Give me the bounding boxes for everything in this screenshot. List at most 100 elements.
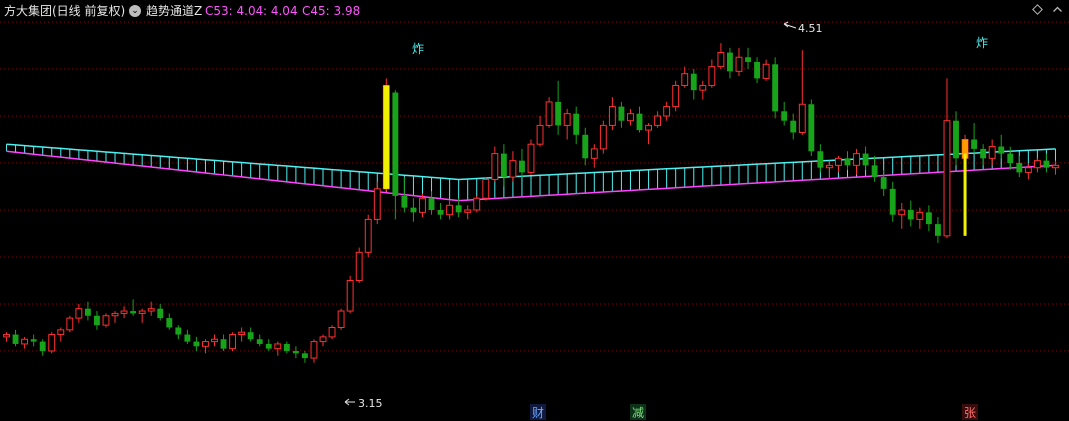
candle	[563, 108, 571, 140]
candle	[519, 148, 525, 178]
candle	[256, 334, 263, 347]
candle-body	[39, 341, 46, 351]
signal-zha-2: 炸	[976, 36, 988, 50]
candle-body	[672, 84, 680, 108]
candle-body	[998, 146, 1005, 154]
candle	[934, 217, 941, 243]
candle-body	[898, 209, 906, 216]
candle	[817, 144, 824, 173]
candle-body	[582, 134, 589, 159]
candle-body	[988, 146, 996, 159]
candle-body	[392, 92, 399, 196]
candle-body	[835, 157, 842, 166]
candle	[193, 336, 200, 351]
candle-body	[75, 308, 83, 319]
candle-body	[618, 106, 625, 121]
candle-body	[410, 207, 417, 213]
candle-body	[310, 341, 318, 359]
candle-body	[563, 113, 571, 126]
candle	[48, 332, 56, 354]
candle-body	[229, 334, 237, 350]
candle	[238, 327, 246, 342]
candle-body	[745, 57, 751, 62]
candle	[346, 275, 354, 314]
candle	[654, 111, 662, 128]
candle	[229, 332, 237, 351]
candle	[663, 101, 671, 121]
candle-body	[608, 106, 616, 126]
candle-body	[880, 177, 887, 189]
candle-body	[590, 148, 598, 159]
price-chart[interactable]: 4.51 3.15 炸 炸 财 减 张	[0, 0, 1069, 421]
candle	[690, 69, 697, 100]
candle	[971, 123, 978, 154]
candle-body	[437, 210, 444, 215]
candle	[582, 127, 589, 166]
candle-body	[599, 124, 607, 150]
candle-body	[1052, 164, 1059, 169]
candle-body	[57, 329, 65, 336]
candle-body	[184, 334, 191, 342]
candle-body	[256, 339, 263, 344]
high-arrow-icon	[783, 21, 797, 29]
candle-body	[147, 308, 155, 312]
candle-body	[971, 139, 978, 149]
candle-body	[301, 353, 308, 359]
candle	[844, 151, 851, 171]
candle-body	[138, 310, 146, 314]
candle-body	[907, 210, 914, 220]
candle	[265, 339, 272, 351]
candle	[12, 329, 19, 347]
candle	[980, 144, 987, 166]
candle	[699, 80, 707, 100]
candle-body	[247, 332, 254, 340]
candle-body	[274, 343, 282, 350]
candle-body	[283, 343, 290, 351]
candle-body	[238, 331, 246, 336]
candle-body	[690, 73, 697, 91]
candlesticks[interactable]	[3, 43, 1059, 363]
candle-body	[328, 327, 336, 338]
candle-body	[1043, 160, 1050, 168]
candle-body	[545, 101, 553, 126]
candle	[202, 339, 209, 354]
signal-strip	[963, 153, 967, 236]
chart-annotations: 4.51 3.15 炸 炸 财 减 张	[344, 21, 988, 420]
candle-body	[346, 280, 354, 312]
candle	[645, 123, 652, 145]
candle-body	[491, 153, 499, 180]
candle	[220, 334, 227, 351]
event-badge-cai[interactable]: 财	[532, 406, 544, 420]
candle-body	[754, 61, 761, 79]
event-badge-jian[interactable]: 减	[632, 406, 644, 420]
candle-body	[319, 336, 327, 343]
candle	[889, 181, 896, 222]
candle-body	[654, 115, 662, 126]
candle-body	[265, 343, 272, 349]
candle-body	[355, 251, 363, 282]
candle-body	[12, 334, 19, 344]
candle-body	[94, 315, 100, 326]
candle	[184, 329, 191, 344]
candle	[1016, 155, 1023, 178]
candle-body	[428, 198, 435, 210]
candle	[337, 308, 345, 330]
signal-bar	[383, 85, 390, 189]
candle	[21, 336, 29, 349]
candle	[500, 144, 507, 187]
candle-body	[627, 113, 634, 122]
candle	[772, 57, 779, 119]
candle-body	[889, 188, 896, 215]
candle	[1052, 160, 1059, 175]
candle-body	[527, 143, 535, 173]
candle	[147, 301, 155, 316]
candle	[410, 198, 417, 222]
candle-body	[1033, 160, 1041, 169]
candle-body	[925, 212, 932, 225]
candle	[916, 207, 924, 229]
candle	[138, 308, 146, 323]
chart-grid	[0, 21, 1069, 352]
candle	[825, 160, 833, 180]
candle	[175, 325, 182, 340]
event-badge-zhang[interactable]: 张	[964, 406, 976, 420]
